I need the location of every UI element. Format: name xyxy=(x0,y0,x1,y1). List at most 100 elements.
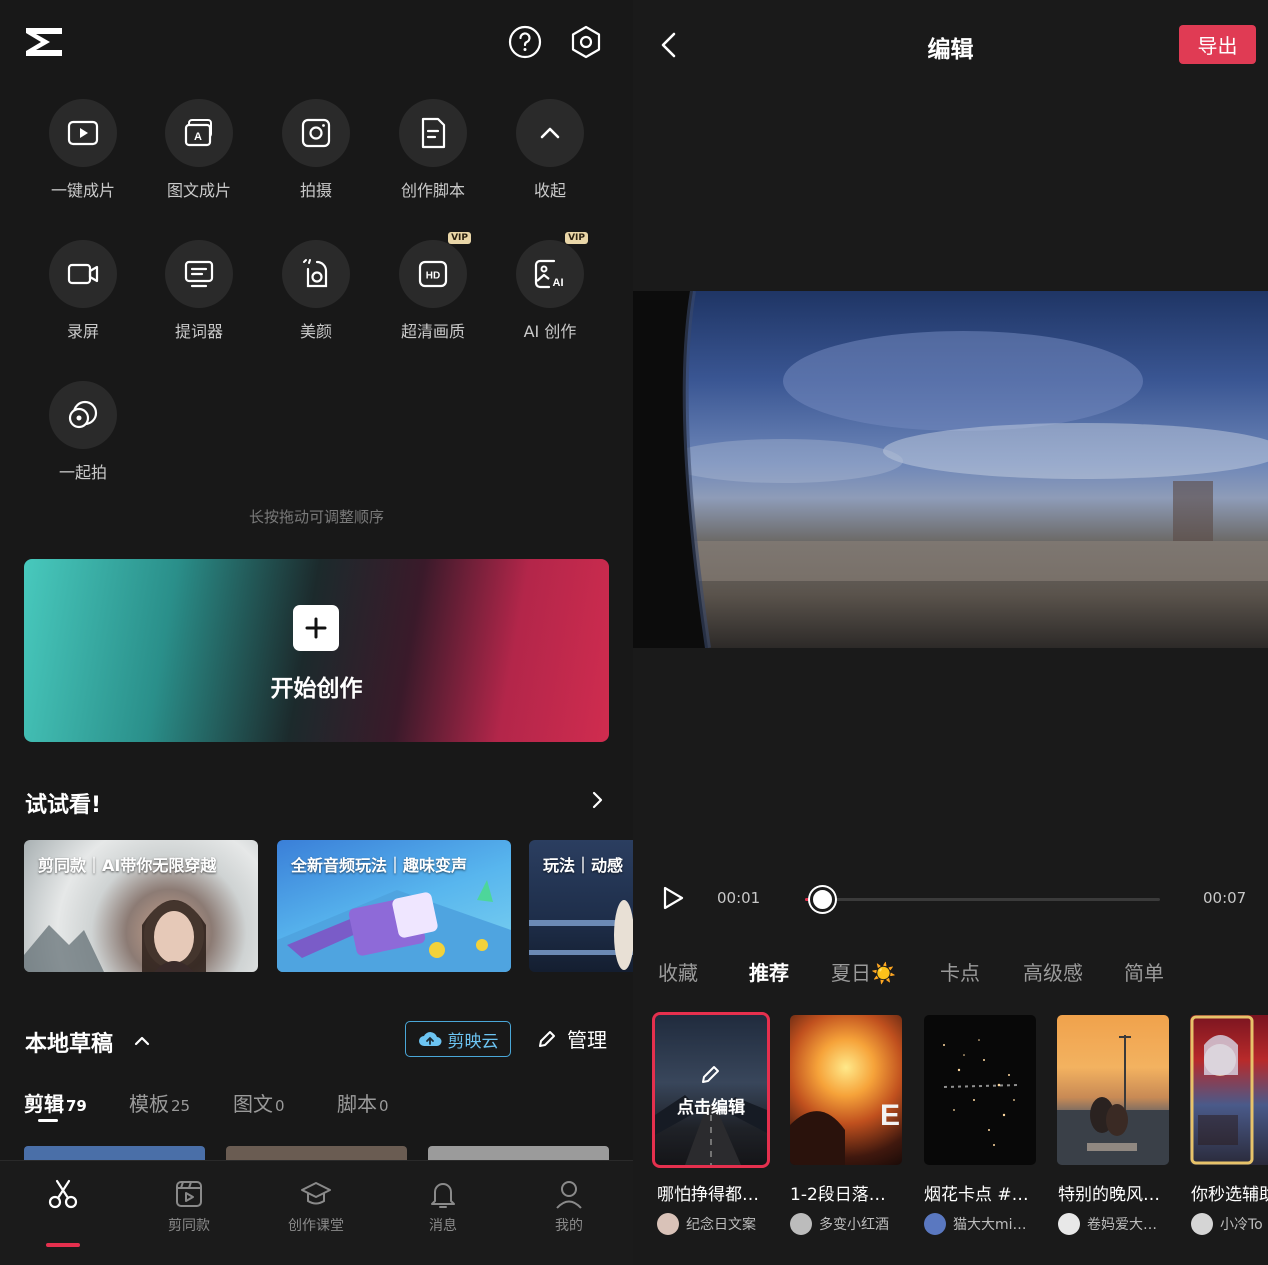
template-card[interactable] xyxy=(924,1015,1036,1165)
profile-icon xyxy=(556,1181,582,1209)
start-create-label: 开始创作 xyxy=(270,676,363,702)
chevron-right-icon[interactable] xyxy=(587,790,607,810)
draft-tab-edit[interactable]: 剪辑 79 xyxy=(24,1088,87,1117)
template-title: 哪怕挣得都… xyxy=(657,1185,759,1205)
tool-beauty[interactable]: 美颜 xyxy=(261,240,371,342)
play-square-icon xyxy=(67,120,99,146)
draft-tab-template[interactable]: 模板 25 xyxy=(129,1088,190,1117)
local-drafts-title: 本地草稿 xyxy=(25,1032,114,1057)
template-title: 烟花卡点 #… xyxy=(924,1185,1029,1205)
template-title: 1-2段日落… xyxy=(790,1185,886,1205)
try-card-ai-travel[interactable]: 剪同款｜AI带你无限穿越 xyxy=(24,840,258,972)
template-author[interactable]: 猫大大mi… xyxy=(924,1213,1027,1235)
shoot-together-icon xyxy=(68,400,98,429)
pencil-icon xyxy=(539,1030,555,1047)
template-icon xyxy=(176,1181,202,1207)
graduation-cap-icon xyxy=(301,1182,331,1205)
nav-messages[interactable]: 消息 xyxy=(388,1177,498,1235)
svg-text:AI: AI xyxy=(553,277,564,289)
avatar xyxy=(1058,1213,1080,1235)
try-card-dynamic[interactable]: 玩法｜动感 xyxy=(529,840,633,972)
teleprompter-icon xyxy=(184,260,214,288)
tool-shoot[interactable]: 拍摄 xyxy=(261,99,371,201)
nav-classroom[interactable]: 创作课堂 xyxy=(261,1177,371,1235)
nav-profile[interactable]: 我的 xyxy=(514,1177,624,1235)
template-author[interactable]: 多变小红酒 xyxy=(790,1213,889,1235)
tool-label: 创作脚本 xyxy=(400,181,465,200)
filter-tab-recommended[interactable]: 推荐 xyxy=(749,957,789,986)
filter-tab-summer[interactable]: 夏日☀️ xyxy=(831,957,896,986)
template-overlay-letter: E xyxy=(880,1099,900,1132)
tool-hd[interactable]: VIP HD 超清画质 xyxy=(378,232,488,342)
start-create-button[interactable]: 开始创作 xyxy=(24,559,609,742)
svg-text:A: A xyxy=(194,131,202,143)
video-camera-icon xyxy=(67,263,99,285)
template-card[interactable] xyxy=(1190,1015,1268,1165)
tool-script[interactable]: 创作脚本 xyxy=(378,99,488,201)
tool-collapse[interactable]: 收起 xyxy=(495,99,605,201)
try-card-title: 剪同款｜AI带你无限穿越 xyxy=(38,856,217,875)
template-title: 你秒选辅助 xyxy=(1191,1185,1268,1205)
try-card-title: 全新音频玩法｜趣味变声 xyxy=(291,856,468,875)
active-tab-indicator xyxy=(38,1119,58,1122)
tool-label: 超清画质 xyxy=(400,322,465,341)
tool-shoot-together[interactable]: 一起拍 xyxy=(28,381,138,483)
nav-edit[interactable] xyxy=(8,1177,118,1247)
try-section-title: 试试看! xyxy=(25,793,102,818)
scissors-icon xyxy=(48,1179,78,1209)
template-author[interactable]: 小冷To xyxy=(1191,1213,1263,1235)
tool-ai-create[interactable]: VIP AI AI 创作 xyxy=(495,232,605,342)
template-title: 特别的晚风… xyxy=(1058,1185,1160,1205)
draft-thumbnail[interactable] xyxy=(226,1146,407,1160)
template-author[interactable]: 纪念日文案 xyxy=(657,1213,756,1235)
help-icon[interactable] xyxy=(507,24,543,60)
bell-icon xyxy=(431,1183,455,1208)
export-button[interactable]: 导出 xyxy=(1179,25,1256,64)
manage-button[interactable]: 管理 xyxy=(537,1024,607,1053)
filter-tab-beat[interactable]: 卡点 xyxy=(940,957,980,986)
draft-tab-script[interactable]: 脚本 0 xyxy=(337,1088,389,1117)
tool-text-to-video[interactable]: A 图文成片 xyxy=(144,99,254,201)
timeline-knob[interactable] xyxy=(810,887,836,912)
cloud-button[interactable]: 剪映云 xyxy=(405,1021,511,1057)
edit-overlay: 点击编辑 xyxy=(655,1015,767,1165)
tool-one-click-video[interactable]: 一键成片 xyxy=(28,99,138,201)
filter-tab-simple[interactable]: 简单 xyxy=(1124,957,1164,986)
draft-tab-image-text[interactable]: 图文 0 xyxy=(233,1088,285,1117)
template-card[interactable]: E xyxy=(790,1015,902,1165)
tool-label: 一起拍 xyxy=(58,463,107,482)
beauty-icon xyxy=(303,259,328,288)
play-icon[interactable] xyxy=(659,884,687,912)
text-to-video-icon: A xyxy=(184,119,212,147)
template-author[interactable]: 卷妈爱大… xyxy=(1058,1213,1157,1235)
template-card[interactable] xyxy=(1057,1015,1169,1165)
tool-label: 录屏 xyxy=(66,322,99,341)
avatar xyxy=(790,1213,812,1235)
nav-templates[interactable]: 剪同款 xyxy=(134,1177,244,1235)
filter-tab-favorites[interactable]: 收藏 xyxy=(658,957,698,986)
try-card-title: 玩法｜动感 xyxy=(543,856,624,875)
try-card-voice-change[interactable]: 全新音频玩法｜趣味变声 xyxy=(277,840,511,972)
video-preview[interactable] xyxy=(633,291,1268,648)
tool-teleprompter[interactable]: 提词器 xyxy=(144,240,254,342)
settings-icon[interactable] xyxy=(568,24,604,60)
cloud-label: 剪映云 xyxy=(447,1031,499,1052)
tool-label: 一键成片 xyxy=(50,181,115,200)
template-card[interactable]: 点击编辑 xyxy=(652,1012,770,1168)
script-icon xyxy=(421,117,446,149)
pencil-icon xyxy=(702,1065,719,1083)
reorder-hint: 长按拖动可调整顺序 xyxy=(248,508,384,526)
active-nav-indicator xyxy=(46,1243,80,1247)
home-screen: 一键成片 A 图文成片 拍摄 创作脚本 收起 录屏 提词器 美颜 VIP HD 超… xyxy=(0,0,633,1265)
vip-badge: VIP xyxy=(448,232,471,244)
svg-text:HD: HD xyxy=(426,271,440,282)
tool-screen-record[interactable]: 录屏 xyxy=(28,240,138,342)
draft-thumbnail[interactable] xyxy=(428,1146,609,1160)
draft-thumbnail[interactable] xyxy=(24,1146,205,1160)
chevron-up-icon[interactable] xyxy=(132,1031,152,1051)
timeline-track[interactable] xyxy=(805,898,1160,901)
bottom-nav: 剪同款 创作课堂 消息 我的 xyxy=(0,1160,633,1265)
filter-tab-premium[interactable]: 高级感 xyxy=(1023,957,1083,986)
editor-screen: 编辑 导出 00:01 00:07 收藏 推荐 夏日☀️ 卡点 高级感 简单 点… xyxy=(633,0,1268,1265)
page-title: 编辑 xyxy=(927,37,974,63)
